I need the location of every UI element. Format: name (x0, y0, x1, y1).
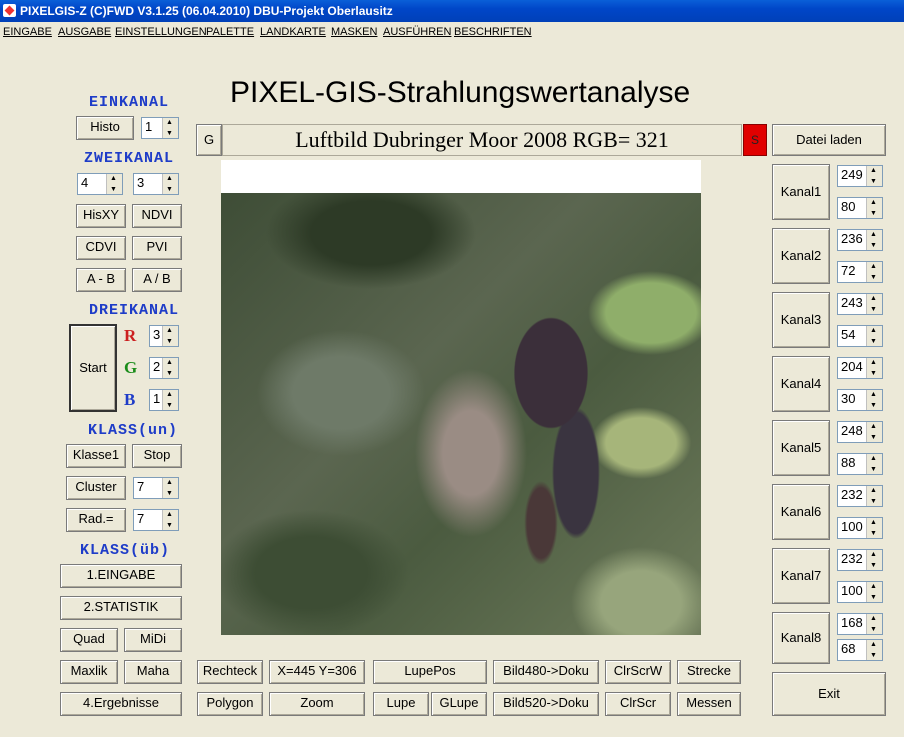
bild480-doku-button[interactable]: Bild480->Doku (493, 660, 599, 684)
exit-button[interactable]: Exit (772, 672, 886, 716)
a-minus-b-button[interactable]: A - B (76, 268, 126, 292)
page-title: PIXEL-GIS-Strahlungswertanalyse (230, 76, 691, 109)
menu-ausfuehren[interactable]: AUSFÜHREN (383, 22, 451, 42)
kanal5-min-spinner[interactable]: 88 (837, 453, 883, 475)
kanal3-min-spinner[interactable]: 54 (837, 325, 883, 347)
menu-palette[interactable]: PALETTE (206, 22, 254, 42)
klass-un-heading: KLASS(un) (87, 422, 178, 439)
coordinate-readout: X=445 Y=306 (269, 660, 365, 684)
menu-beschriften[interactable]: BESCHRIFTEN (454, 22, 532, 42)
zweikanal-a-spinner[interactable]: 4 (77, 173, 123, 195)
lupepos-button[interactable]: LupePos (373, 660, 487, 684)
menu-landkarte[interactable]: LANDKARTE (260, 22, 326, 42)
histo-button[interactable]: Histo (76, 116, 134, 140)
s-button[interactable]: S (743, 124, 767, 156)
rechteck-button[interactable]: Rechteck (197, 660, 263, 684)
bild520-doku-button[interactable]: Bild520->Doku (493, 692, 599, 716)
window-title: PIXELGIS-Z (C)FWD V3.1.25 (06.04.2010) D… (20, 4, 393, 18)
menu-masken[interactable]: MASKEN (331, 22, 377, 42)
rad-button[interactable]: Rad.= (66, 508, 126, 532)
einkanal-heading: EINKANAL (88, 94, 169, 111)
r-spinner[interactable]: 3 (149, 325, 179, 347)
kanal7-max-spinner[interactable]: 232 (837, 549, 883, 571)
kanal4-min-spinner[interactable]: 30 (837, 389, 883, 411)
zoom-button[interactable]: Zoom (269, 692, 365, 716)
cluster-button[interactable]: Cluster (66, 476, 126, 500)
stop-button[interactable]: Stop (132, 444, 182, 468)
kanal4-button[interactable]: Kanal4 (772, 356, 830, 412)
menu-eingabe[interactable]: EINGABE (3, 22, 52, 42)
kanal3-max-spinner[interactable]: 243 (837, 293, 883, 315)
kanal7-min-spinner[interactable]: 100 (837, 581, 883, 603)
cdvi-button[interactable]: CDVI (76, 236, 126, 260)
menu-einstellungen[interactable]: EINSTELLUNGEN (115, 22, 207, 42)
kanal8-min-spinner[interactable]: 68 (837, 639, 883, 661)
aerial-photo-image[interactable] (221, 193, 701, 635)
dreikanal-heading: DREIKANAL (88, 302, 179, 319)
menu-ausgabe[interactable]: AUSGABE (58, 22, 111, 42)
kanal5-button[interactable]: Kanal5 (772, 420, 830, 476)
kanal6-min-spinner[interactable]: 100 (837, 517, 883, 539)
g-button[interactable]: G (196, 124, 222, 156)
einkanal-spinner[interactable]: 1 (141, 117, 179, 139)
image-title: Luftbild Dubringer Moor 2008 RGB= 321 (222, 124, 742, 156)
ergebnisse-button[interactable]: 4.Ergebnisse (60, 692, 182, 716)
zweikanal-b-spinner[interactable]: 3 (133, 173, 179, 195)
lupe-button[interactable]: Lupe (373, 692, 429, 716)
b-spinner[interactable]: 1 (149, 389, 179, 411)
kanal2-max-spinner[interactable]: 236 (837, 229, 883, 251)
clrscr-button[interactable]: ClrScr (605, 692, 671, 716)
window-title-bar: PIXELGIS-Z (C)FWD V3.1.25 (06.04.2010) D… (0, 0, 904, 22)
kanal1-min-spinner[interactable]: 80 (837, 197, 883, 219)
clrscrw-button[interactable]: ClrScrW (605, 660, 671, 684)
kanal5-max-spinner[interactable]: 248 (837, 421, 883, 443)
r-label: R (124, 326, 137, 345)
polygon-button[interactable]: Polygon (197, 692, 263, 716)
klass-ub-heading: KLASS(üb) (79, 542, 170, 559)
klasse1-button[interactable]: Klasse1 (66, 444, 126, 468)
image-canvas-blank (221, 160, 701, 193)
g-label: G (124, 358, 138, 377)
hisxy-button[interactable]: HisXY (76, 204, 126, 228)
start-button[interactable]: Start (69, 324, 117, 412)
kanal8-max-spinner[interactable]: 168 (837, 613, 883, 635)
quad-button[interactable]: Quad (60, 628, 118, 652)
kanal6-max-spinner[interactable]: 232 (837, 485, 883, 507)
strecke-button[interactable]: Strecke (677, 660, 741, 684)
kanal3-button[interactable]: Kanal3 (772, 292, 830, 348)
zweikanal-heading: ZWEIKANAL (83, 150, 174, 167)
pvi-button[interactable]: PVI (132, 236, 182, 260)
a-div-b-button[interactable]: A / B (132, 268, 182, 292)
maha-button[interactable]: Maha (124, 660, 182, 684)
glupe-button[interactable]: GLupe (431, 692, 487, 716)
kanal6-button[interactable]: Kanal6 (772, 484, 830, 540)
menu-bar: EINGABE AUSGABE EINSTELLUNGEN PALETTE LA… (0, 22, 904, 42)
kanal1-max-spinner[interactable]: 249 (837, 165, 883, 187)
app-icon (3, 4, 16, 17)
kanal7-button[interactable]: Kanal7 (772, 548, 830, 604)
kanal2-button[interactable]: Kanal2 (772, 228, 830, 284)
kanal1-button[interactable]: Kanal1 (772, 164, 830, 220)
g-spinner[interactable]: 2 (149, 357, 179, 379)
kanal2-min-spinner[interactable]: 72 (837, 261, 883, 283)
kanal4-max-spinner[interactable]: 204 (837, 357, 883, 379)
maxlik-button[interactable]: Maxlik (60, 660, 118, 684)
datei-laden-button[interactable]: Datei laden (772, 124, 886, 156)
messen-button[interactable]: Messen (677, 692, 741, 716)
b-label: B (124, 390, 136, 409)
ndvi-button[interactable]: NDVI (132, 204, 182, 228)
kanal8-button[interactable]: Kanal8 (772, 612, 830, 664)
eingabe-button[interactable]: 1.EINGABE (60, 564, 182, 588)
midi-button[interactable]: MiDi (124, 628, 182, 652)
statistik-button[interactable]: 2.STATISTIK (60, 596, 182, 620)
rad-spinner[interactable]: 7 (133, 509, 179, 531)
cluster-spinner[interactable]: 7 (133, 477, 179, 499)
